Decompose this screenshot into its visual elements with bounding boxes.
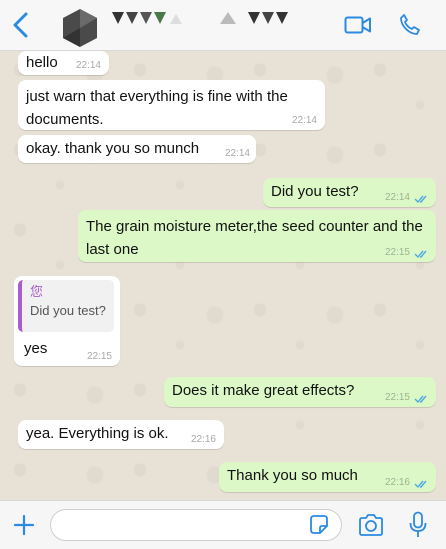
read-ticks-icon — [414, 250, 427, 259]
message-input[interactable] — [50, 509, 342, 541]
contact-name-redacted[interactable] — [108, 8, 298, 30]
message-bubble-outgoing[interactable]: Did you test? 22:14 — [263, 178, 436, 207]
message-time: 22:15 — [384, 392, 410, 403]
message-list[interactable]: hello 22:14 just warn that everything is… — [0, 50, 446, 500]
sticker-icon[interactable] — [308, 514, 330, 536]
camera-icon[interactable] — [358, 513, 384, 537]
message-text: Did you test? — [271, 183, 359, 200]
chat-header — [0, 0, 446, 51]
message-time: 22:14 — [384, 192, 410, 203]
message-bubble-incoming[interactable]: hello 22:14 — [18, 51, 109, 75]
chevron-left-icon[interactable] — [10, 12, 32, 38]
message-text: yes — [24, 340, 48, 357]
message-text: just warn that everything is fine with t… — [26, 88, 288, 128]
message-time: 22:16 — [190, 434, 216, 445]
quoted-message[interactable]: 您 Did you test? — [18, 280, 114, 332]
message-time: 22:15 — [86, 351, 112, 362]
message-bubble-incoming-reply[interactable]: 您 Did you test? yes 22:15 — [14, 276, 120, 366]
message-bubble-outgoing[interactable]: Does it make great effects? 22:15 — [164, 377, 436, 407]
plus-icon[interactable] — [13, 514, 35, 536]
message-text: okay. thank you so munch — [26, 140, 200, 157]
message-text: The grain moisture meter,the seed counte… — [86, 218, 423, 258]
message-bubble-outgoing[interactable]: The grain moisture meter,the seed counte… — [78, 210, 436, 262]
microphone-icon[interactable] — [409, 511, 427, 539]
message-bubble-incoming[interactable]: okay. thank you so munch 22:14 — [18, 135, 256, 163]
phone-icon[interactable] — [398, 13, 422, 37]
read-ticks-icon — [414, 395, 427, 404]
message-bubble-incoming[interactable]: just warn that everything is fine with t… — [18, 80, 325, 130]
message-time: 22:14 — [224, 148, 250, 159]
message-text: hello — [26, 54, 58, 71]
quoted-text: Did you test? — [30, 303, 106, 318]
message-time: 22:14 — [291, 115, 317, 126]
message-text: Does it make great effects? — [172, 382, 355, 399]
message-bubble-incoming[interactable]: yea. Everything is ok. 22:16 — [18, 420, 224, 449]
read-ticks-icon — [414, 480, 427, 489]
message-time: 22:15 — [384, 247, 410, 258]
message-text: Thank you so much — [227, 467, 358, 484]
message-input-bar — [0, 500, 446, 549]
read-ticks-icon — [414, 195, 427, 204]
contact-avatar[interactable] — [60, 8, 100, 48]
quoted-sender: 您 — [30, 284, 44, 299]
message-time: 22:14 — [75, 60, 101, 71]
message-text: yea. Everything is ok. — [26, 425, 169, 442]
video-camera-icon[interactable] — [344, 15, 372, 35]
message-time: 22:16 — [384, 477, 410, 488]
message-bubble-outgoing[interactable]: Thank you so much 22:16 — [219, 462, 436, 492]
